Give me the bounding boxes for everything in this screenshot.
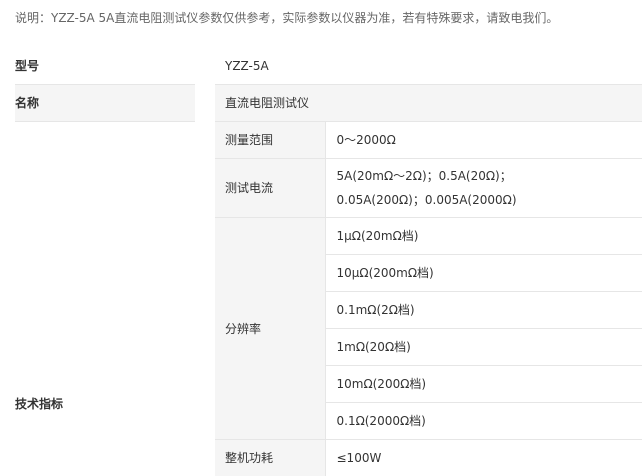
power-label: 整机功耗 bbox=[215, 439, 325, 476]
disclaimer-note: 说明：YZZ-5A 5A直流电阻测试仪参数仅供参考，实际参数以仪器为准，若有特殊… bbox=[15, 9, 635, 26]
power-value: ≤100W bbox=[325, 439, 642, 476]
name-value: 直流电阻测试仪 bbox=[215, 84, 642, 121]
resolution-value: 1mΩ(20Ω档) bbox=[325, 328, 642, 365]
resolution-label: 分辨率 bbox=[215, 217, 325, 439]
table-row-model: 型号 YZZ-5A bbox=[15, 48, 642, 84]
current-line-1: 5A(20mΩ～2Ω)；0.5A(20Ω)； bbox=[337, 164, 642, 188]
tech-label: 技术指标 bbox=[15, 121, 195, 476]
name-label: 名称 bbox=[15, 84, 195, 121]
model-label: 型号 bbox=[15, 48, 195, 84]
current-label: 测试电流 bbox=[215, 158, 325, 217]
table-row-range: 技术指标 测量范围 0～2000Ω bbox=[15, 121, 642, 158]
resolution-value: 0.1Ω(2000Ω档) bbox=[325, 402, 642, 439]
model-value: YZZ-5A bbox=[215, 48, 642, 84]
current-value: 5A(20mΩ～2Ω)；0.5A(20Ω)； 0.05A(200Ω)；0.005… bbox=[325, 158, 642, 217]
resolution-value: 1μΩ(20mΩ档) bbox=[325, 217, 642, 254]
current-line-2: 0.05A(200Ω)；0.005A(2000Ω) bbox=[337, 188, 642, 212]
range-value: 0～2000Ω bbox=[325, 121, 642, 158]
range-label: 测量范围 bbox=[215, 121, 325, 158]
table-row-name: 名称 直流电阻测试仪 bbox=[15, 84, 642, 121]
spec-table: 型号 YZZ-5A 名称 直流电阻测试仪 技术指标 测量范围 0～2000Ω 测… bbox=[15, 48, 642, 476]
resolution-value: 0.1mΩ(2Ω档) bbox=[325, 291, 642, 328]
resolution-value: 10μΩ(200mΩ档) bbox=[325, 254, 642, 291]
resolution-value: 10mΩ(200Ω档) bbox=[325, 365, 642, 402]
